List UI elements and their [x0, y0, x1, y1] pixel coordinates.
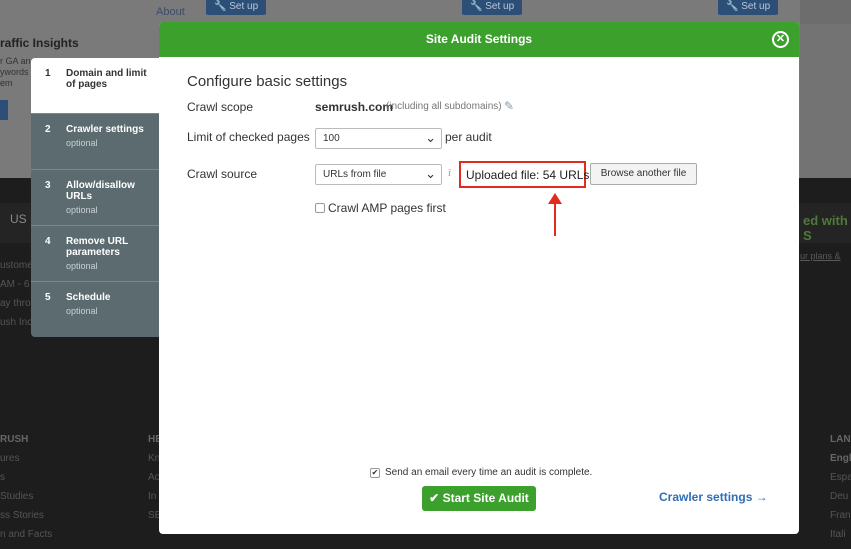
chevron-down-icon: ⌄	[425, 166, 436, 181]
modal-title: Site Audit Settings	[425, 32, 533, 46]
step-remove-url-parameters[interactable]: 4 Remove URL parameters optional	[31, 226, 160, 282]
about-link: About	[156, 6, 185, 18]
annotation-arrow	[554, 198, 556, 236]
background-green-text: ed with S	[803, 213, 848, 243]
close-icon[interactable]: ✕	[772, 31, 789, 48]
site-audit-settings-modal: Site Audit Settings ✕ Configure basic se…	[159, 22, 799, 534]
limit-label: Limit of checked pages	[187, 130, 310, 144]
step-schedule[interactable]: 5 Schedule optional	[31, 282, 160, 337]
crawler-settings-link[interactable]: Crawler settings →	[659, 490, 768, 504]
info-icon[interactable]: i	[448, 167, 451, 179]
crawl-scope-label: Crawl scope	[187, 100, 254, 114]
setup-button: 🔧 Set up	[206, 0, 267, 15]
configure-heading: Configure basic settings	[187, 73, 348, 90]
traffic-insights-title: raffic Insights	[0, 36, 79, 50]
country-indicator: US	[10, 212, 27, 226]
traffic-insights-snippet: r GA an ywords em	[0, 56, 31, 88]
amp-checkbox[interactable]	[315, 203, 325, 213]
chevron-down-icon: ⌄	[425, 130, 436, 145]
step-allow-disallow-urls[interactable]: 3 Allow/disallow URLs optional	[31, 170, 160, 226]
step-crawler-settings[interactable]: 2 Crawler settings optional	[31, 114, 160, 170]
setup-button: 🔧 Set up	[718, 0, 779, 15]
plans-link: ur plans &	[800, 251, 841, 261]
email-checkbox[interactable]: ✔	[370, 468, 380, 478]
footer-left-text: ustome AM - 6 ay thro ush Inc	[0, 260, 33, 328]
crawl-source-label: Crawl source	[187, 167, 258, 181]
amp-checkbox-label: Crawl AMP pages first	[328, 201, 446, 215]
check-icon: ✔	[429, 491, 440, 505]
pencil-icon[interactable]: ✎	[504, 99, 514, 113]
step-domain-and-limit[interactable]: 1 Domain and limit of pages	[31, 58, 160, 114]
crawl-scope-note: (including all subdomains)	[386, 101, 502, 112]
uploaded-file-status: Uploaded file: 54 URLs	[459, 161, 589, 188]
footer-column-3: LANG Engli Espa Deu Fran Itali	[830, 434, 851, 540]
start-site-audit-button[interactable]: ✔ Start Site Audit	[422, 486, 536, 511]
background-right-bar	[800, 0, 851, 24]
footer-column-1: RUSH ures s Studies ss Stories n and Fac…	[0, 434, 53, 540]
per-audit-label: per audit	[445, 130, 492, 144]
settings-steps-panel: 1 Domain and limit of pages 2 Crawler se…	[31, 58, 160, 337]
limit-select[interactable]: 100 ⌄	[315, 128, 442, 149]
crawl-scope-domain: semrush.com	[315, 100, 394, 114]
browse-another-file-button[interactable]: Browse another file	[590, 163, 697, 185]
background-right-column	[800, 24, 851, 178]
modal-header: Site Audit Settings ✕	[159, 22, 799, 57]
crawl-source-select[interactable]: URLs from file ⌄	[315, 164, 442, 185]
setup-button: 🔧 Set up	[462, 0, 523, 15]
email-checkbox-label: Send an email every time an audit is com…	[385, 467, 593, 478]
background-button	[0, 100, 8, 120]
